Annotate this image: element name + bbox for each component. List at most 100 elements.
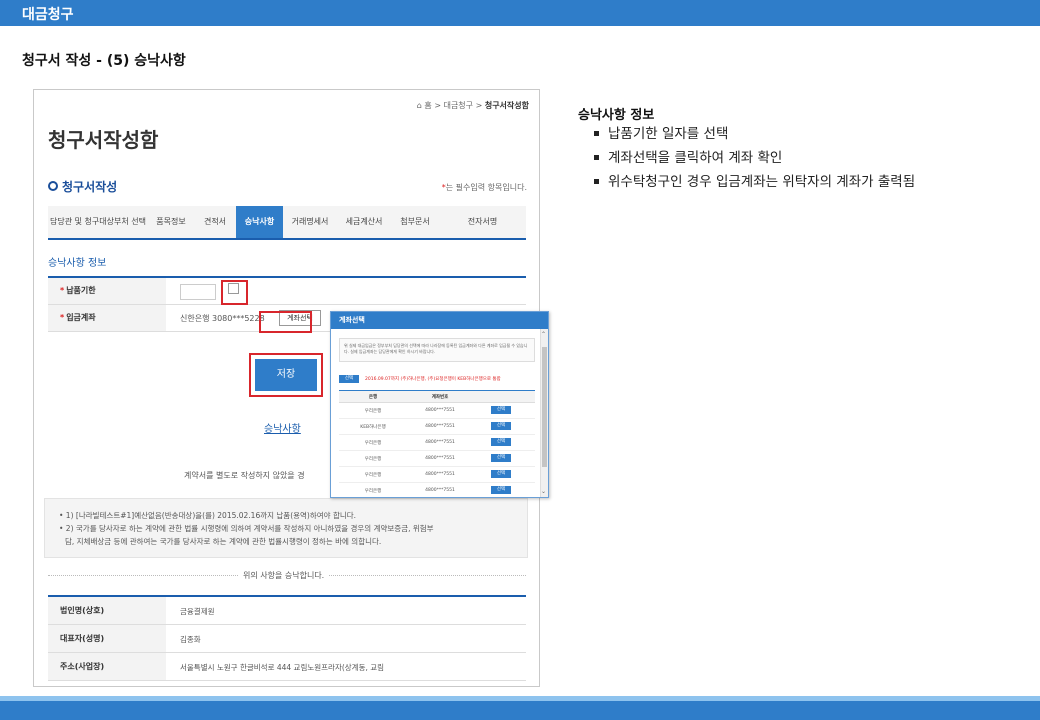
bank-cell: 우리은행 — [364, 409, 382, 414]
account-value: 신한은행 3080***5228 — [180, 314, 265, 323]
list-item-text: 위수탁청구인 경우 입금계좌는 위탁자의 계좌가 출력됨 — [608, 174, 916, 190]
address-label: 주소(사업장) — [48, 653, 166, 680]
company-name-label: 법인명(상호) — [48, 597, 166, 624]
account-button-highlight — [259, 311, 312, 333]
account-table: 은행 계좌번호 우리은행 4800***7551 선택 KEB하나은행 4800… — [339, 390, 535, 497]
save-button-highlight — [249, 353, 323, 397]
popup-notice: 위 실제 대금입금은 정부부처 담당관의 선택에 따라 나라장에 등록된 입금계… — [339, 338, 535, 362]
table-row: 법인명(상호) 금융결제원 — [48, 597, 526, 625]
row-select-button[interactable]: 선택 — [491, 406, 511, 414]
list-item-text: 납품기한 일자를 선택 — [608, 126, 729, 142]
row-select-button[interactable]: 선택 — [491, 486, 511, 494]
bottom-bar — [0, 696, 1040, 720]
tab-tax-invoice[interactable]: 세금계산서 — [337, 206, 392, 238]
account-cell: 4800***7551 — [425, 456, 455, 461]
tab-transaction-statement[interactable]: 거래명세서 — [283, 206, 338, 238]
tab-officer-selection[interactable]: 담당관 및 청구대상부처 선택 — [48, 206, 149, 238]
breadcrumb-current: 청구서작성함 — [484, 101, 529, 110]
contract-note: 계약서를 별도로 작성하지 않았을 경 — [184, 471, 305, 480]
bank-cell: 우리은행 — [364, 489, 382, 494]
bottom-bar-accent — [0, 696, 1040, 701]
square-bullet-icon — [594, 131, 599, 136]
representative-value: 김종화 — [180, 635, 201, 644]
scroll-thumb[interactable] — [542, 347, 547, 467]
due-date-row: * 납품기한 — [48, 278, 526, 305]
scroll-up-icon[interactable]: ⌃ — [541, 331, 546, 338]
col-account: 계좌번호 — [431, 395, 449, 400]
agree-text: 위의 사항을 승낙합니다. — [239, 570, 329, 581]
list-item: 위수탁청구인 경우 입금계좌는 위탁자의 계좌가 출력됨 — [594, 170, 915, 194]
square-bullet-icon — [594, 179, 599, 184]
header-title: 대금청구 — [22, 7, 74, 23]
tab-acceptance[interactable]: 승낙사항 — [236, 206, 284, 238]
tab-attachments[interactable]: 첨부문서 — [391, 206, 440, 238]
section-subtitle: 청구서 작성 - (5) 승낙사항 — [22, 53, 186, 69]
top-header-bar: 대금청구 — [0, 0, 1040, 26]
required-star: * — [60, 313, 65, 322]
account-cell: 4800***7551 — [425, 440, 455, 445]
popup-select-button[interactable]: 선택 — [339, 375, 359, 383]
table-row: 대표자(성명) 김종화 — [48, 625, 526, 653]
row-select-button[interactable]: 선택 — [491, 454, 511, 462]
table-row: 우리은행 4800***7551 선택 — [339, 467, 535, 483]
circle-bullet-icon — [48, 181, 58, 191]
representative-label: 대표자(성명) — [48, 625, 166, 652]
account-table-header: 은행 계좌번호 — [339, 391, 535, 403]
acceptance-link[interactable]: 승낙사항 — [264, 420, 301, 435]
due-date-input[interactable] — [180, 284, 216, 300]
row-select-button[interactable]: 선택 — [491, 470, 511, 478]
table-row: 우리은행 4800***7551 선택 — [339, 483, 535, 497]
required-note: *는 필수입력 항목입니다. — [442, 182, 527, 193]
bank-cell: 우리은행 — [364, 473, 382, 478]
right-panel-list: 납품기한 일자를 선택 계좌선택을 클릭하여 계좌 확인 위수탁청구인 경우 입… — [594, 122, 915, 194]
tab-item-info[interactable]: 품목정보 — [148, 206, 195, 238]
account-cell: 4800***7551 — [425, 472, 455, 477]
company-name-value: 금융결제원 — [180, 607, 215, 616]
notes-box: • 1) [나라빌테스트#1]예산없음(반송대상)을(를) 2015.02.16… — [44, 498, 528, 558]
table-row: 우리은행 4800***7551 선택 — [339, 435, 535, 451]
popup-scrollbar[interactable]: ⌃ ⌄ — [540, 329, 548, 497]
note-line: • 2) 국가를 당사자로 하는 계약에 관한 법률 시행령에 의하여 계약서를… — [59, 524, 434, 533]
account-label: * 입금계좌 — [48, 305, 166, 331]
account-select-popup: 계좌선택 ⌃ ⌄ 위 실제 대금입금은 정부부처 담당관의 선택에 따라 나라장… — [330, 311, 549, 498]
required-note-text: 는 필수입력 항목입니다. — [445, 183, 527, 192]
table-row: KEB하나은행 4800***7551 선택 — [339, 419, 535, 435]
required-star: * — [60, 286, 65, 295]
calendar-highlight — [221, 280, 248, 305]
row-select-button[interactable]: 선택 — [491, 438, 511, 446]
due-date-label-text: 납품기한 — [66, 286, 96, 295]
home-icon[interactable]: ⌂ — [417, 101, 422, 110]
row-select-button[interactable]: 선택 — [491, 422, 511, 430]
section-title-text: 청구서작성 — [62, 180, 118, 194]
tab-e-signature[interactable]: 전자서명 — [439, 206, 526, 238]
breadcrumb-item[interactable]: 대금청구 — [444, 101, 473, 110]
due-date-label: * 납품기한 — [48, 278, 166, 304]
breadcrumb-home[interactable]: 홈 — [424, 101, 431, 110]
company-info-table: 법인명(상호) 금융결제원 대표자(성명) 김종화 주소(사업장) 서울특별시 … — [48, 595, 526, 681]
tab-quotation[interactable]: 견적서 — [194, 206, 237, 238]
scroll-down-icon[interactable]: ⌄ — [541, 488, 546, 495]
square-bullet-icon — [594, 155, 599, 160]
note-line: • 1) [나라빌테스트#1]예산없음(반송대상)을(를) 2015.02.16… — [59, 511, 357, 520]
bank-cell: 우리은행 — [364, 457, 382, 462]
page-title: 청구서작성함 — [48, 128, 159, 152]
account-label-text: 입금계좌 — [66, 313, 96, 322]
account-cell: 4800***7551 — [425, 488, 455, 493]
breadcrumb-separator: > — [434, 101, 442, 110]
address-value: 서울특별시 노원구 한글비석로 444 교림노원프라자(상계동, 교림 — [180, 663, 385, 672]
breadcrumb: ⌂ 홈 > 대금청구 > 청구서작성함 — [417, 100, 529, 111]
table-row: 주소(사업장) 서울특별시 노원구 한글비석로 444 교림노원프라자(상계동,… — [48, 653, 526, 681]
list-item: 계좌선택을 클릭하여 계좌 확인 — [594, 146, 915, 170]
breadcrumb-separator: > — [475, 101, 483, 110]
list-item-text: 계좌선택을 클릭하여 계좌 확인 — [608, 150, 783, 166]
account-cell: 4800***7551 — [425, 424, 455, 429]
step-tabs: 담당관 및 청구대상부처 선택 품목정보 견적서 승낙사항 거래명세서 세금계산… — [48, 206, 526, 240]
bank-cell: KEB하나은행 — [360, 425, 386, 430]
account-cell: 4800***7551 — [425, 408, 455, 413]
table-row: 우리은행 4800***7551 선택 — [339, 403, 535, 419]
bank-cell: 우리은행 — [364, 441, 382, 446]
col-bank: 은행 — [368, 395, 378, 400]
popup-select-text: 2016.09.07까지 (주)하나은행, (주)요청은행이 KEB하나은행으로… — [365, 377, 501, 382]
popup-title: 계좌선택 — [331, 312, 548, 329]
list-item: 납품기한 일자를 선택 — [594, 122, 915, 146]
